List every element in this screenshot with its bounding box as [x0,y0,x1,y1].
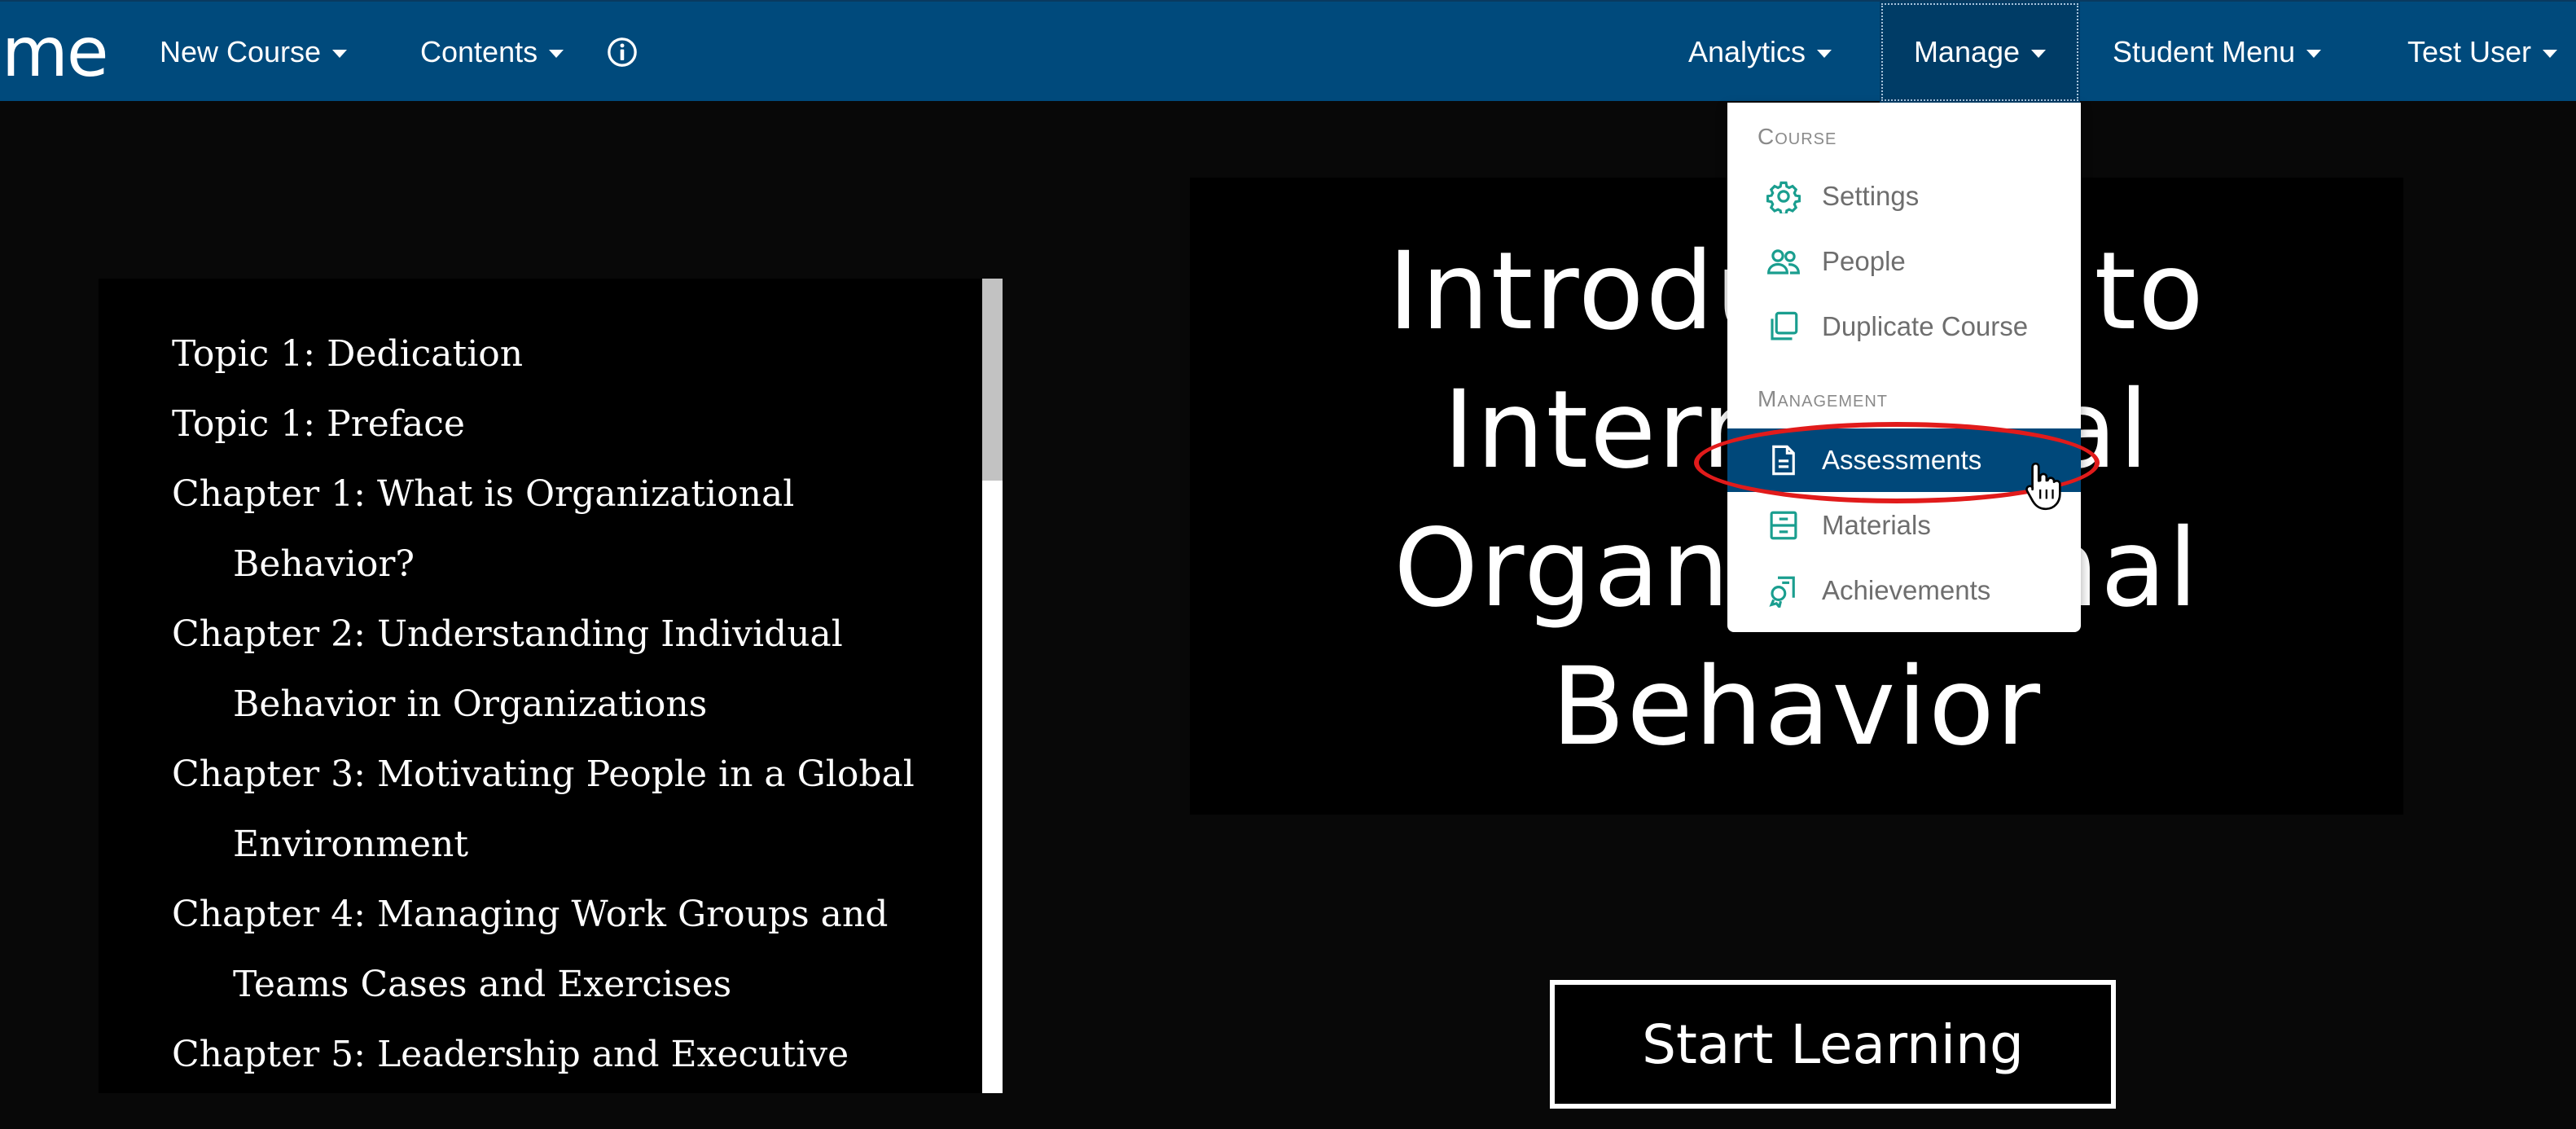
user-label: Test User [2407,35,2532,68]
toc-item[interactable]: Chapter 2: Understanding Individual Beha… [172,600,954,740]
menu-item-label: People [1822,246,1906,276]
chevron-down-icon [1817,50,1832,58]
menu-item-label: Duplicate Course [1822,311,2029,341]
top-navbar: me New Course Contents Analytics Manage … [0,0,2576,103]
menu-item-label: Settings [1822,181,1920,211]
duplicate-icon [1771,311,1798,340]
new-course-label: New Course [160,35,322,68]
start-learning-button[interactable]: Start Learning [1550,980,2116,1109]
new-course-menu[interactable]: New Course [160,2,348,103]
student-menu-label: Student Menu [2113,35,2296,68]
chevron-down-icon [332,50,348,58]
toc-item[interactable]: Topic 1: Dedication [172,319,954,389]
info-circle-icon[interactable] [607,37,638,68]
materials-icon [1770,511,1797,540]
chevron-down-icon [2031,50,2047,58]
menu-item-label: Achievements [1822,575,1991,605]
chevron-down-icon [549,50,564,58]
user-menu[interactable]: Test User [2407,2,2558,103]
analytics-menu[interactable]: Analytics [1688,2,1832,103]
manage-menu[interactable]: Manage [1880,2,2080,103]
menu-item-label: Assessments [1822,445,1982,475]
toc-item[interactable]: Topic 1: Preface [172,389,954,459]
achievement-icon [1769,576,1795,608]
toc-item[interactable]: Chapter 3: Motivating People in a Global… [172,740,954,880]
contents-menu[interactable]: Contents [420,2,564,103]
gear-icon [1766,181,1801,213]
toc-list: Topic 1: Dedication Topic 1: Preface Cha… [172,319,954,1093]
contents-label: Contents [420,35,538,68]
manage-label: Manage [1913,35,2021,68]
menu-item-achievements[interactable]: Achievements [1727,559,2081,622]
toc-item[interactable]: Chapter 5: Leadership and Executive Coac… [172,1020,954,1093]
student-menu[interactable]: Student Menu [2113,2,2322,103]
toc-scrollbar-thumb[interactable] [982,279,1003,481]
menu-item-label: Materials [1822,510,1931,540]
menu-item-people[interactable]: People [1727,230,2081,293]
pointer-hand-cursor-icon [2025,462,2061,511]
brand-logo[interactable]: me [2,2,109,103]
chevron-down-icon [2543,50,2558,58]
manage-dropdown: Course Settings People Duplicate Course … [1727,103,2081,632]
toc-item[interactable]: Chapter 1: What is Organizational Behavi… [172,459,954,600]
document-icon [1772,445,1795,476]
people-icon [1767,249,1800,275]
dropdown-section-management: Management [1758,386,1889,411]
table-of-contents: Topic 1: Dedication Topic 1: Preface Cha… [99,279,1003,1093]
analytics-label: Analytics [1688,35,1806,68]
menu-item-settings[interactable]: Settings [1727,165,2081,228]
dropdown-section-course: Course [1758,124,1837,149]
chevron-down-icon [2306,50,2322,58]
menu-item-duplicate-course[interactable]: Duplicate Course [1727,295,2081,358]
toc-scrollbar[interactable] [982,279,1003,1093]
toc-item[interactable]: Chapter 4: Managing Work Groups and Team… [172,880,954,1020]
